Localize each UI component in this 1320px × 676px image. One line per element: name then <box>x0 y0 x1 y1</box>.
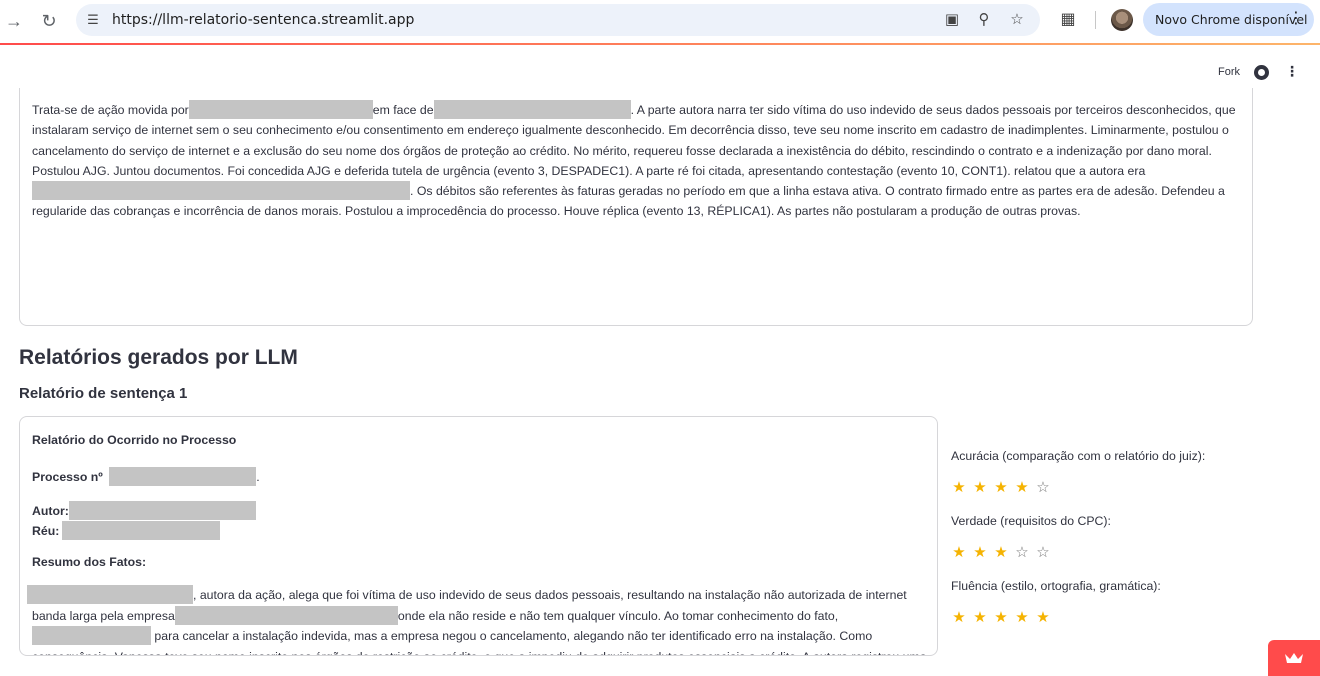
redacted-process-number <box>109 467 257 486</box>
reu-line: Réu: <box>32 521 221 540</box>
star-empty-icon[interactable]: ☆ <box>1035 480 1051 496</box>
star-filled-icon[interactable]: ★ <box>972 610 988 626</box>
zoom-icon[interactable]: ⚲ <box>974 10 994 30</box>
star-filled-icon[interactable]: ★ <box>1014 480 1030 496</box>
case-text-area[interactable]: Trata-se de ação movida por em face de. A… <box>19 88 1253 326</box>
report-paragraph: , autora da ação, alega que foi vítima d… <box>27 585 932 655</box>
star-filled-icon[interactable]: ★ <box>951 480 967 496</box>
report-text-area[interactable]: Relatório do Ocorrido no Processo Proces… <box>19 416 938 656</box>
back-arrow-icon[interactable]: → <box>2 9 26 33</box>
processo-line: Processo nº . <box>32 467 260 486</box>
extensions-puzzle-icon[interactable]: ▦ <box>1057 9 1079 31</box>
main-menu-icon[interactable]: ⋮ <box>1285 63 1299 80</box>
star-filled-icon[interactable]: ★ <box>993 610 1009 626</box>
redacted-company <box>174 605 398 625</box>
redacted-autor <box>68 501 256 520</box>
rating-stars-verdade[interactable]: ★ ★ ★ ☆ ☆ <box>951 545 1051 561</box>
install-app-icon[interactable]: ▣ <box>942 10 962 30</box>
fork-button[interactable]: Fork <box>1218 66 1240 78</box>
redacted-reu <box>62 521 221 540</box>
star-filled-icon[interactable]: ★ <box>951 545 967 561</box>
star-filled-icon[interactable]: ★ <box>1014 610 1030 626</box>
profile-avatar[interactable] <box>1111 9 1133 31</box>
browser-toolbar: → ↻ ☰ https://llm-relatorio-sentenca.str… <box>0 0 1320 42</box>
update-label: Novo Chrome disponível <box>1155 12 1308 27</box>
star-empty-icon[interactable]: ☆ <box>1014 545 1030 561</box>
chrome-menu-icon[interactable]: ⋮ <box>1288 8 1304 28</box>
report-subtitle: Relatório de sentença 1 <box>19 385 188 402</box>
streamlit-badge[interactable] <box>1268 640 1320 676</box>
rating-stars-acuracia[interactable]: ★ ★ ★ ★ ☆ <box>951 480 1051 496</box>
rating-label-verdade: Verdade (requisitos do CPC): <box>951 514 1111 528</box>
redacted-text <box>198 181 410 201</box>
star-filled-icon[interactable]: ★ <box>951 610 967 626</box>
rating-label-acuracia: Acurácia (comparação com o relatório do … <box>951 449 1206 463</box>
redacted-name <box>188 100 373 119</box>
crown-icon <box>1285 653 1303 663</box>
star-filled-icon[interactable]: ★ <box>1035 610 1051 626</box>
star-filled-icon[interactable]: ★ <box>972 545 988 561</box>
address-bar[interactable]: ☰ https://llm-relatorio-sentenca.streaml… <box>76 4 1040 36</box>
site-info-icon[interactable]: ☰ <box>84 11 102 29</box>
star-filled-icon[interactable]: ★ <box>993 480 1009 496</box>
rating-label-fluencia: Fluência (estilo, ortografia, gramática)… <box>951 579 1161 593</box>
bookmark-star-icon[interactable]: ☆ <box>1007 10 1027 30</box>
rating-stars-fluencia[interactable]: ★ ★ ★ ★ ★ <box>951 610 1051 626</box>
autor-line: Autor: <box>32 501 256 520</box>
streamlit-decoration-line <box>0 43 1320 45</box>
chrome-update-button[interactable]: Novo Chrome disponível ⋮ <box>1143 3 1314 36</box>
redacted-name <box>433 100 631 119</box>
resumo-label: Resumo dos Fatos: <box>32 555 147 569</box>
github-icon[interactable] <box>1254 65 1269 80</box>
report-heading: Relatório do Ocorrido no Processo <box>32 433 237 447</box>
url-text[interactable]: https://llm-relatorio-sentenca.streamlit… <box>112 12 414 28</box>
toolbar-divider <box>1095 11 1096 29</box>
reload-icon[interactable]: ↻ <box>37 9 61 33</box>
case-text: Trata-se de ação movida por em face de. A… <box>32 100 1237 222</box>
section-title: Relatórios gerados por LLM <box>19 346 298 369</box>
star-empty-icon[interactable]: ☆ <box>1035 545 1051 561</box>
star-filled-icon[interactable]: ★ <box>972 480 988 496</box>
star-filled-icon[interactable]: ★ <box>993 545 1009 561</box>
redacted-name <box>27 585 193 604</box>
redacted-text <box>32 181 198 201</box>
redacted-text <box>32 626 151 645</box>
